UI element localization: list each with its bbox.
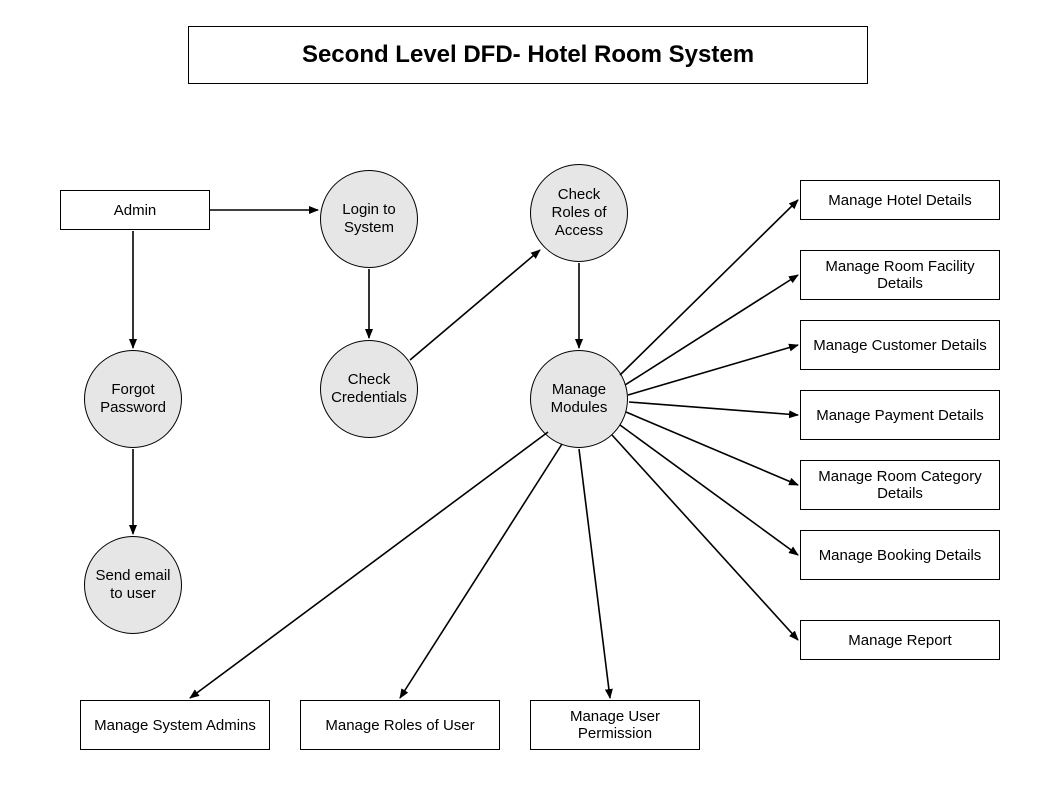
- datastore-report-label: Manage Report: [848, 632, 951, 649]
- process-send-email: Send email to user: [84, 536, 182, 634]
- datastore-hotel-label: Manage Hotel Details: [828, 192, 971, 209]
- diagram-title: Second Level DFD- Hotel Room System: [188, 26, 868, 84]
- dfd-canvas: Second Level DFD- Hotel Room System Admi…: [0, 0, 1056, 804]
- datastore-booking: Manage Booking Details: [800, 530, 1000, 580]
- datastore-room-category: Manage Room Category Details: [800, 460, 1000, 510]
- entity-admin: Admin: [60, 190, 210, 230]
- datastore-payment-label: Manage Payment Details: [816, 407, 984, 424]
- datastore-user-permission: Manage User Permission: [530, 700, 700, 750]
- process-manage-modules-label: Manage Modules: [537, 381, 621, 417]
- datastore-user-permission-label: Manage User Permission: [541, 708, 689, 742]
- datastore-room-facility-label: Manage Room Facility Details: [811, 258, 989, 292]
- process-check-credentials: Check Credentials: [320, 340, 418, 438]
- datastore-system-admins-label: Manage System Admins: [94, 717, 256, 734]
- process-check-roles: Check Roles of Access: [530, 164, 628, 262]
- process-login-label: Login to System: [327, 201, 411, 237]
- datastore-customer-label: Manage Customer Details: [813, 337, 986, 354]
- datastore-report: Manage Report: [800, 620, 1000, 660]
- diagram-title-text: Second Level DFD- Hotel Room System: [302, 41, 754, 68]
- datastore-hotel: Manage Hotel Details: [800, 180, 1000, 220]
- datastore-booking-label: Manage Booking Details: [819, 547, 982, 564]
- datastore-room-category-label: Manage Room Category Details: [811, 468, 989, 502]
- process-manage-modules: Manage Modules: [530, 350, 628, 448]
- process-check-roles-label: Check Roles of Access: [537, 186, 621, 240]
- process-forgot-password: Forgot Password: [84, 350, 182, 448]
- datastore-customer: Manage Customer Details: [800, 320, 1000, 370]
- datastore-system-admins: Manage System Admins: [80, 700, 270, 750]
- datastore-roles-user: Manage Roles of User: [300, 700, 500, 750]
- process-check-credentials-label: Check Credentials: [327, 371, 411, 407]
- entity-admin-label: Admin: [114, 202, 157, 219]
- datastore-payment: Manage Payment Details: [800, 390, 1000, 440]
- datastore-roles-user-label: Manage Roles of User: [325, 717, 474, 734]
- process-login: Login to System: [320, 170, 418, 268]
- process-send-email-label: Send email to user: [91, 567, 175, 603]
- process-forgot-password-label: Forgot Password: [91, 381, 175, 417]
- datastore-room-facility: Manage Room Facility Details: [800, 250, 1000, 300]
